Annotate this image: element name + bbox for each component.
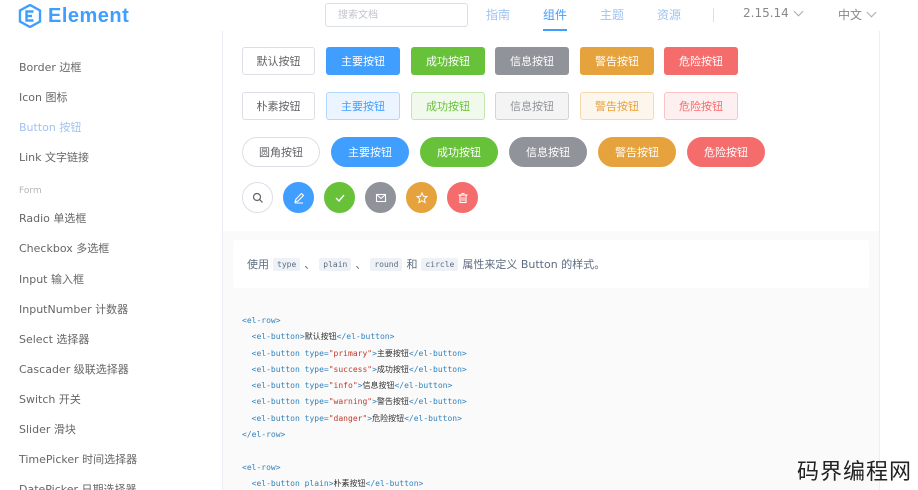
desc-sep: 、 — [304, 258, 316, 271]
round-primary-button[interactable]: 主要按钮 — [331, 137, 409, 167]
round-danger-button[interactable]: 危险按钮 — [687, 137, 765, 167]
main-content: 默认按钮 主要按钮 成功按钮 信息按钮 警告按钮 危险按钮 朴素按钮 主要按钮 … — [222, 31, 880, 490]
round-default-button[interactable]: 圆角按钮 — [242, 137, 320, 167]
star-icon — [415, 191, 428, 204]
desc-prefix: 使用 — [247, 258, 269, 271]
version-select[interactable]: 2.15.14 — [743, 6, 804, 20]
plain-danger-button[interactable]: 危险按钮 — [664, 92, 738, 120]
plain-success-button[interactable]: 成功按钮 — [411, 92, 485, 120]
primary-button[interactable]: 主要按钮 — [326, 47, 400, 75]
circle-message-button[interactable] — [365, 182, 396, 213]
desc-keyword-circle: circle — [421, 257, 459, 271]
circle-star-button[interactable] — [406, 182, 437, 213]
round-success-button[interactable]: 成功按钮 — [420, 137, 498, 167]
sidebar-item-icon[interactable]: Icon 图标 — [19, 89, 68, 105]
desc-keyword-type: type — [273, 257, 301, 271]
language-select[interactable]: 中文 — [838, 6, 877, 23]
sidebar-item-radio[interactable]: Radio 单选框 — [19, 210, 86, 226]
sidebar-item-switch[interactable]: Switch 开关 — [19, 391, 81, 407]
nav-component[interactable]: 组件 — [543, 6, 567, 23]
nav-theme[interactable]: 主题 — [600, 6, 624, 23]
sidebar-item-datepicker[interactable]: DatePicker 日期选择器 — [19, 481, 137, 490]
nav-guide[interactable]: 指南 — [486, 6, 510, 23]
desc-keyword-round: round — [370, 257, 403, 271]
delete-icon — [458, 192, 467, 203]
round-info-button[interactable]: 信息按钮 — [509, 137, 587, 167]
edit-icon — [293, 192, 304, 203]
chevron-down-icon — [866, 7, 877, 18]
chevron-down-icon — [793, 6, 804, 16]
success-button[interactable]: 成功按钮 — [411, 47, 485, 75]
code-line: <el-row> — [242, 316, 281, 325]
sidebar-item-border[interactable]: Border 边框 — [19, 59, 81, 75]
sidebar: Border 边框 Icon 图标 Button 按钮 Link 文字链接 Fo… — [0, 31, 222, 490]
language-label: 中文 — [838, 8, 863, 22]
plain-info-button[interactable]: 信息按钮 — [495, 92, 569, 120]
code-line: <el-button type="danger">危险按钮</el-button… — [251, 413, 462, 423]
round-warning-button[interactable]: 警告按钮 — [598, 137, 676, 167]
nav-divider — [713, 8, 714, 22]
watermark: 码界编程网 — [796, 460, 912, 485]
code-snippet: <el-row> <el-button>默认按钮</el-button> <el… — [242, 313, 467, 490]
circle-check-button[interactable] — [324, 182, 355, 213]
sidebar-item-slider[interactable]: Slider 滑块 — [19, 421, 76, 437]
description-box: 使用 type 、 plain 、 round 和 circle 属性来定义 B… — [233, 240, 869, 288]
element-logo-icon — [18, 4, 42, 28]
plain-default-button[interactable]: 朴素按钮 — [242, 92, 315, 120]
code-line: <el-button plain>朴素按钮</el-button> — [251, 478, 424, 488]
sidebar-item-timepicker[interactable]: TimePicker 时间选择器 — [19, 451, 137, 467]
info-button[interactable]: 信息按钮 — [495, 47, 569, 75]
logo[interactable]: Element — [18, 4, 129, 28]
circle-search-button[interactable] — [242, 182, 273, 213]
code-line: <el-button>默认按钮</el-button> — [251, 332, 395, 342]
sidebar-item-link[interactable]: Link 文字链接 — [19, 149, 89, 165]
check-icon — [335, 194, 345, 202]
desc-suffix: 属性来定义 Button 的样式。 — [462, 258, 606, 271]
warning-button[interactable]: 警告按钮 — [580, 47, 654, 75]
sidebar-item-checkbox[interactable]: Checkbox 多选框 — [19, 240, 109, 256]
sidebar-item-select[interactable]: Select 选择器 — [19, 331, 89, 347]
default-button[interactable]: 默认按钮 — [242, 47, 315, 75]
version-label: 2.15.14 — [743, 6, 789, 20]
sidebar-item-cascader[interactable]: Cascader 级联选择器 — [19, 361, 129, 377]
top-header: Element 指南 组件 主题 资源 2.15.14 中文 — [0, 0, 918, 31]
danger-button[interactable]: 危险按钮 — [664, 47, 738, 75]
code-line: <el-button type="warning">警告按钮</el-butto… — [251, 397, 467, 407]
code-line: <el-row> — [242, 462, 281, 472]
sidebar-item-inputnumber[interactable]: InputNumber 计数器 — [19, 301, 128, 317]
code-block-area: 使用 type 、 plain 、 round 和 circle 属性来定义 B… — [223, 231, 879, 490]
search-icon — [252, 192, 263, 203]
sidebar-item-button[interactable]: Button 按钮 — [19, 119, 81, 135]
desc-and: 和 — [406, 258, 418, 271]
circle-delete-button[interactable] — [447, 182, 478, 213]
plain-primary-button[interactable]: 主要按钮 — [326, 92, 400, 120]
desc-keyword-plain: plain — [319, 257, 352, 271]
circle-edit-button[interactable] — [283, 182, 314, 213]
sidebar-item-input[interactable]: Input 输入框 — [19, 271, 84, 287]
message-icon — [375, 193, 386, 202]
nav-resource[interactable]: 资源 — [657, 6, 681, 23]
desc-sep: 、 — [355, 258, 367, 271]
code-line: <el-button type="success">成功按钮</el-butto… — [251, 364, 467, 374]
code-line: <el-button type="primary">主要按钮</el-butto… — [251, 348, 467, 358]
sidebar-group-form: Form — [19, 186, 42, 196]
search-input[interactable] — [325, 3, 468, 27]
plain-warning-button[interactable]: 警告按钮 — [580, 92, 654, 120]
code-line: </el-row> — [242, 430, 286, 440]
logo-text: Element — [48, 4, 130, 27]
code-line: <el-button type="info">信息按钮</el-button> — [251, 381, 453, 391]
